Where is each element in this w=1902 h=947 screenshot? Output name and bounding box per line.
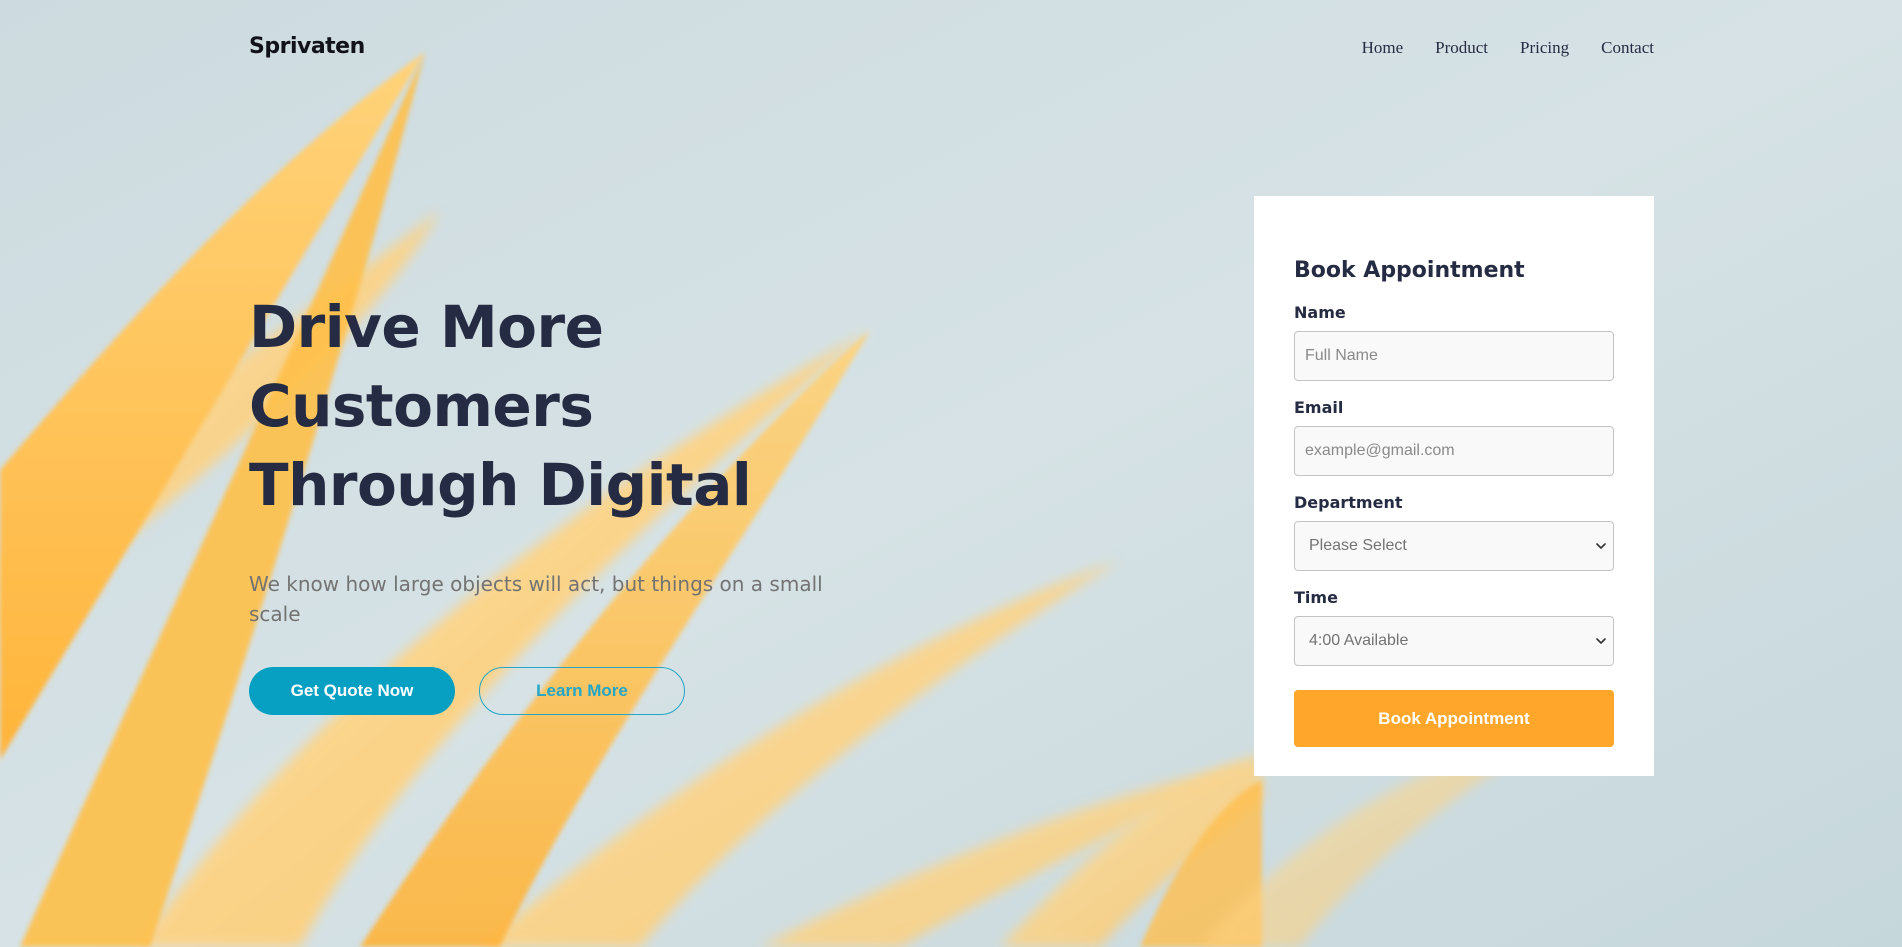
email-label: Email: [1294, 398, 1344, 417]
hero-subtitle: We know how large objects will act, but …: [249, 572, 823, 626]
department-label: Department: [1294, 493, 1403, 512]
time-select[interactable]: 4:00 Available: [1294, 616, 1614, 666]
hero-section: Drive More Customers Through Digital We …: [249, 288, 889, 715]
hero-cta-group: Get Quote Now Learn More: [249, 667, 889, 715]
nav-pricing[interactable]: Pricing: [1520, 38, 1569, 58]
department-selected-value: Please Select: [1309, 537, 1407, 554]
email-input[interactable]: [1294, 426, 1614, 476]
time-selected-value: 4:00 Available: [1309, 632, 1409, 649]
hero-title-line: Customers: [249, 372, 594, 440]
brand-logo[interactable]: Sprivaten: [249, 34, 365, 59]
chevron-down-icon: [1596, 638, 1606, 644]
department-select[interactable]: Please Select: [1294, 521, 1614, 571]
book-appointment-button[interactable]: Book Appointment: [1294, 690, 1614, 747]
hero-title: Drive More Customers Through Digital: [249, 288, 889, 525]
nav-contact[interactable]: Contact: [1601, 38, 1654, 58]
main-nav: Home Product Pricing Contact: [1362, 38, 1654, 58]
time-label: Time: [1294, 588, 1338, 607]
nav-product[interactable]: Product: [1435, 38, 1488, 58]
site-header: Sprivaten Home Product Pricing Contact: [249, 0, 1654, 96]
name-input[interactable]: [1294, 331, 1614, 381]
nav-home[interactable]: Home: [1362, 38, 1404, 58]
form-title: Book Appointment: [1294, 258, 1525, 283]
appointment-form: Book Appointment Name Email Department P…: [1254, 196, 1654, 776]
name-label: Name: [1294, 303, 1346, 322]
hero-title-line: Drive More: [249, 293, 604, 361]
chevron-down-icon: [1596, 543, 1606, 549]
hero-title-line: Through Digital: [249, 451, 752, 519]
get-quote-button[interactable]: Get Quote Now: [249, 667, 455, 715]
learn-more-button[interactable]: Learn More: [479, 667, 685, 715]
